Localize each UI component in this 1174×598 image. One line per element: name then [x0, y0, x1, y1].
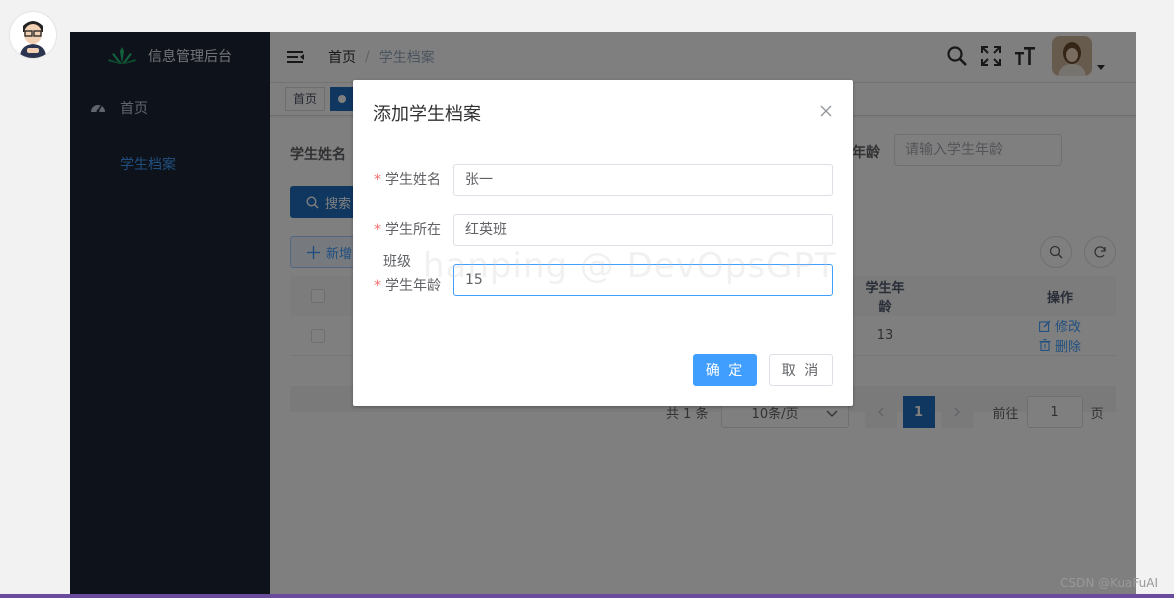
field-label-name: * 学生姓名: [374, 172, 441, 188]
field-label-class: * 学生所在: [374, 222, 441, 238]
age-input[interactable]: 15: [453, 264, 833, 296]
csdn-watermark: CSDN @KuaFuAI: [1060, 576, 1158, 590]
dialog-title: 添加学生档案: [373, 104, 481, 125]
class-input[interactable]: 红英班: [453, 214, 833, 246]
bottom-border-line: [0, 594, 1174, 598]
close-icon[interactable]: [819, 104, 833, 118]
field-label-age: * 学生年龄: [374, 278, 441, 294]
name-input[interactable]: 张一: [453, 164, 833, 196]
form-item-name: * 学生姓名 张一: [353, 164, 853, 196]
corner-avatar: [10, 12, 56, 58]
cancel-button[interactable]: 取 消: [769, 354, 833, 386]
form-item-class: * 学生所在 红英班: [353, 214, 853, 246]
add-student-dialog: 添加学生档案 * 学生姓名 张一 * 学生所在 红英班 班级 * 学生年龄 15 ha…: [353, 80, 853, 406]
form-item-age: * 学生年龄 15: [353, 264, 853, 296]
confirm-button[interactable]: 确 定: [693, 354, 757, 386]
